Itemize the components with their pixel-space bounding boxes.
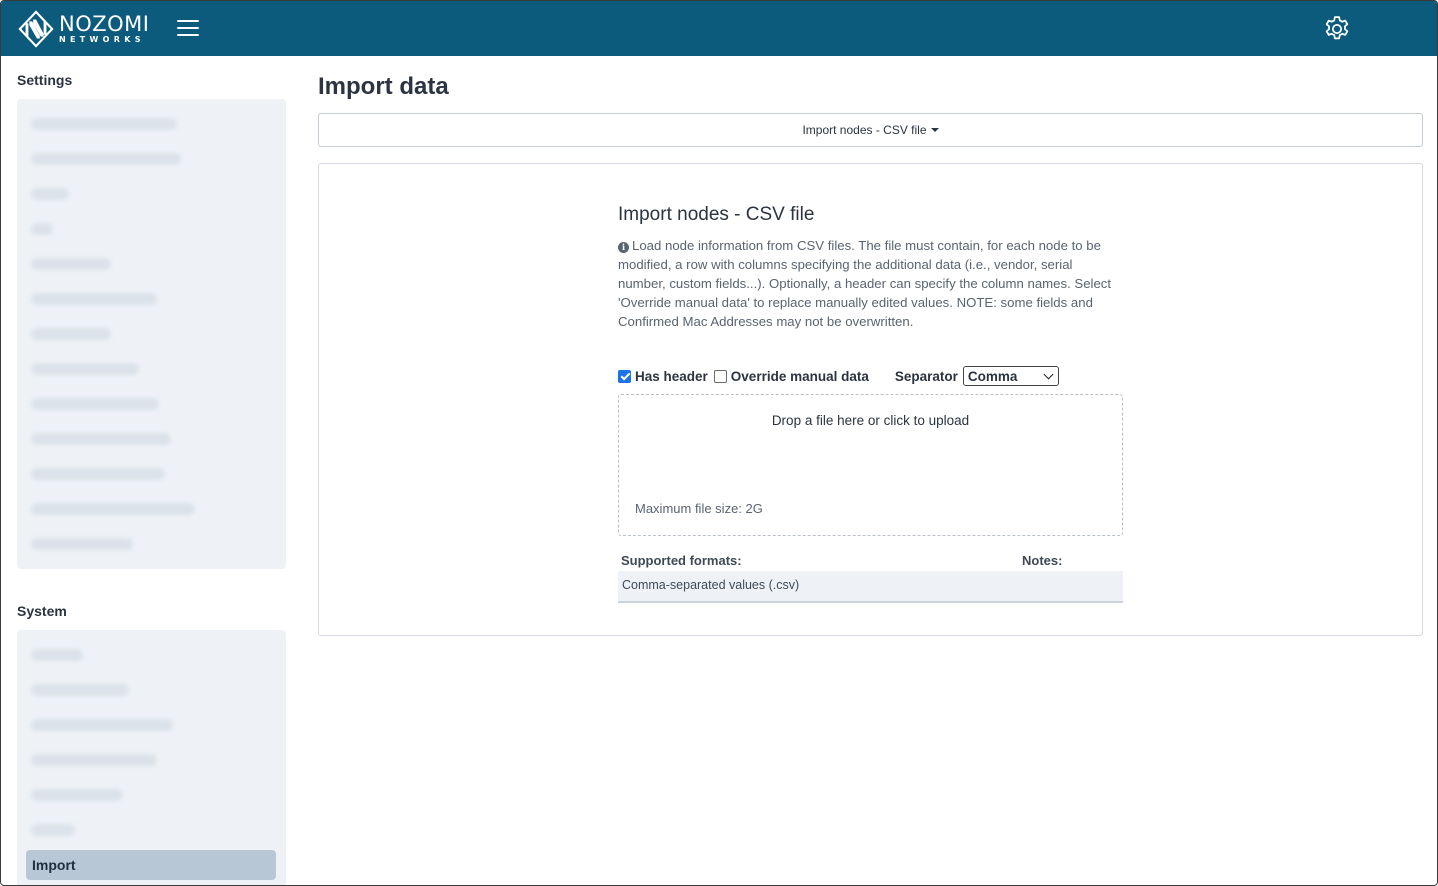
sidebar-item[interactable] <box>31 538 133 550</box>
has-header-label: Has header <box>635 368 708 384</box>
sidebar-heading-settings: Settings <box>17 72 73 88</box>
sidebar-item[interactable] <box>31 684 129 696</box>
section-title: Import nodes - CSV file <box>618 204 815 225</box>
chevron-down-icon <box>1043 369 1054 379</box>
hamburger-line <box>177 20 199 22</box>
info-icon: i <box>618 242 629 253</box>
separator-value: Comma <box>967 368 1018 384</box>
sidebar-item[interactable] <box>31 293 157 305</box>
brand-text: NOZOMI NETWORKS <box>59 14 149 44</box>
nozomi-logo-icon <box>18 10 54 48</box>
separator-select[interactable]: Comma <box>962 366 1059 386</box>
system-menu <box>17 630 286 885</box>
menu-toggle-button[interactable] <box>177 18 201 38</box>
import-description: i Load node information from CSV files. T… <box>618 236 1118 331</box>
brand-sub: NETWORKS <box>59 35 145 44</box>
brand-name: NOZOMI <box>59 12 150 36</box>
max-file-size: Maximum file size: 2G <box>635 501 763 516</box>
settings-menu <box>17 99 286 569</box>
has-header-checkbox[interactable] <box>618 369 631 383</box>
sidebar-item[interactable] <box>31 754 157 766</box>
sidebar-item[interactable] <box>31 398 159 410</box>
import-type-value: Import nodes - CSV file <box>802 123 927 137</box>
supported-formats-heading: Supported formats: <box>621 553 742 568</box>
app-window: NOZOMI NETWORKS Settings System Import I… <box>0 0 1438 886</box>
sidebar-item[interactable] <box>31 188 69 200</box>
dropzone-text: Drop a file here or click to upload <box>771 413 970 428</box>
caret-down-icon <box>930 128 939 132</box>
format-row: Comma-separated values (.csv) <box>618 571 1123 603</box>
import-options: Has header Override manual data Separato… <box>618 365 1059 387</box>
sidebar-item[interactable] <box>31 649 83 661</box>
separator-label: Separator <box>894 368 958 384</box>
sidebar-item[interactable] <box>31 328 111 340</box>
sidebar-item[interactable] <box>31 824 75 836</box>
sidebar-item-import[interactable]: Import <box>26 850 276 880</box>
sidebar-item[interactable] <box>31 433 171 445</box>
sidebar-item[interactable] <box>31 789 123 801</box>
hamburger-line <box>177 34 199 36</box>
file-dropzone[interactable]: Drop a file here or click to upload Maxi… <box>618 394 1123 536</box>
sidebar-item[interactable] <box>31 719 173 731</box>
top-bar: NOZOMI NETWORKS <box>1 1 1437 56</box>
notes-heading: Notes: <box>1022 553 1063 568</box>
gear-icon[interactable] <box>1322 14 1352 44</box>
override-manual-data-checkbox[interactable] <box>713 369 727 383</box>
sidebar-item[interactable] <box>31 223 53 235</box>
page-title: Import data <box>318 73 449 100</box>
sidebar-item[interactable] <box>31 503 195 515</box>
description-text: Load node information from CSV files. Th… <box>618 238 1112 329</box>
sidebar-item[interactable] <box>31 363 139 375</box>
sidebar-item[interactable] <box>31 468 165 480</box>
import-type-dropdown[interactable]: Import nodes - CSV file <box>318 113 1423 147</box>
sidebar-item[interactable] <box>31 258 111 270</box>
sidebar-item[interactable] <box>31 118 177 130</box>
hamburger-line <box>177 27 199 29</box>
sidebar-heading-system: System <box>17 603 67 619</box>
format-name: Comma-separated values (.csv) <box>622 578 800 592</box>
brand-logo[interactable]: NOZOMI NETWORKS <box>17 10 149 48</box>
override-label: Override manual data <box>730 368 869 384</box>
sidebar-item[interactable] <box>31 153 181 165</box>
